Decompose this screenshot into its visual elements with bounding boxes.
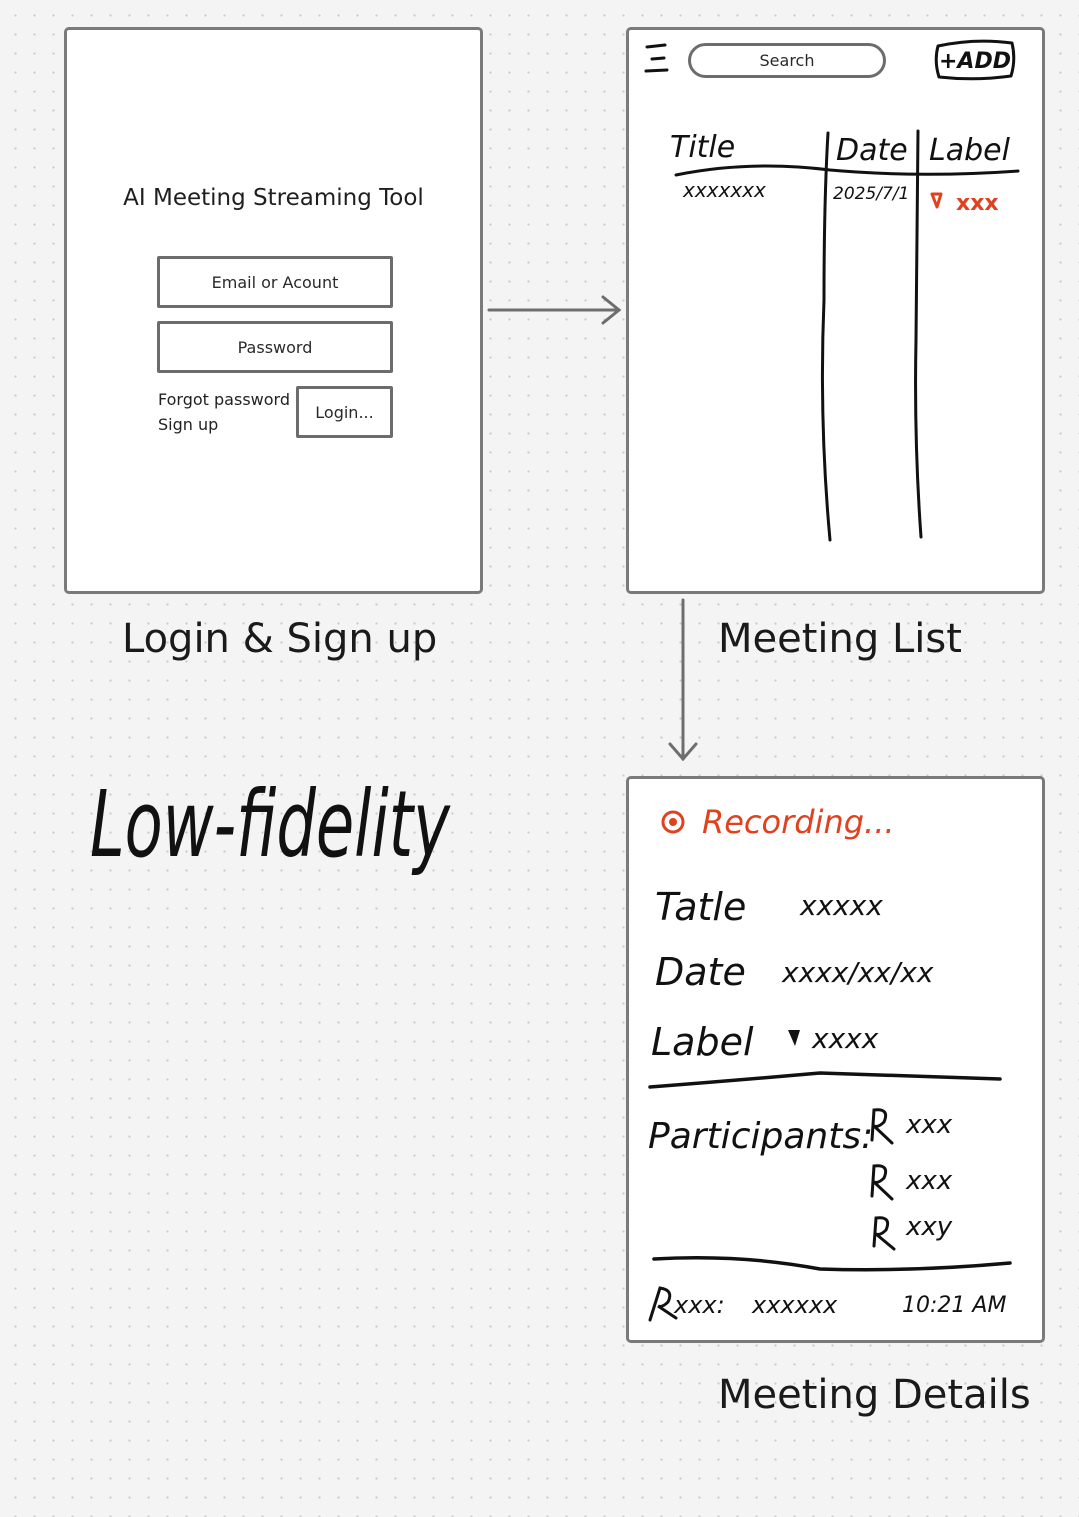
label-tag-icon: [930, 192, 943, 209]
table-row[interactable]: xxxxxxx 2025/7/1 xxx: [682, 178, 999, 216]
transcript-time: 10:21 AM: [902, 1293, 1006, 1318]
column-header-title: Title: [670, 130, 735, 165]
detail-label-value: xxxx: [811, 1022, 879, 1055]
person-icon: [870, 1164, 894, 1201]
low-fidelity-annotation: Low-fidelity: [90, 771, 451, 878]
participant-name: xxx: [905, 1166, 953, 1196]
recording-label: Recording...: [702, 803, 895, 841]
participants-section: Participants: xxx xxx xxy: [648, 1108, 953, 1251]
detail-fields: Tatle xxxxx Date xxxx/xx/xx Label xxxx: [651, 885, 934, 1064]
sketch-overlay: +ADD Title Date Label xxxxxxx 2025/7/1 x…: [90, 39, 1020, 1322]
transcript-text: xxxxxx: [751, 1291, 838, 1319]
row-title: xxxxxxx: [682, 178, 766, 202]
person-icon: [870, 1108, 894, 1145]
participant-name: xxy: [905, 1212, 953, 1242]
detail-date-label: Date: [655, 950, 746, 994]
detail-title-label: Tatle: [655, 885, 746, 929]
add-button-label: +ADD: [939, 49, 1011, 74]
row-date: 2025/7/1: [833, 184, 909, 204]
person-icon: [872, 1216, 896, 1251]
detail-title-value: xxxxx: [799, 889, 883, 922]
row-label: xxx: [956, 191, 999, 216]
section-divider: [648, 1071, 1002, 1089]
section-divider: [652, 1256, 1012, 1272]
recording-indicator: Recording...: [661, 803, 895, 841]
add-button[interactable]: +ADD: [934, 39, 1016, 81]
detail-label-label: Label: [651, 1020, 754, 1064]
table-header: Title Date Label: [670, 130, 1011, 168]
column-header-label: Label: [929, 133, 1011, 168]
flow-arrow-down: [668, 598, 698, 762]
detail-date-value: xxxx/xx/xx: [781, 956, 934, 989]
column-header-date: Date: [836, 133, 908, 168]
flow-arrow-right: [487, 295, 622, 325]
menu-icon[interactable]: [644, 43, 669, 73]
label-tag-icon: [788, 1030, 800, 1046]
speaker-name: xxx:: [673, 1291, 725, 1319]
participant-name: xxx: [905, 1110, 953, 1140]
participants-label: Participants:: [648, 1116, 873, 1157]
transcript-line: xxx: xxxxxx 10:21 AM: [648, 1286, 1006, 1322]
speaker-icon: [648, 1286, 678, 1322]
annotation-text: Low-fidelity: [90, 771, 451, 878]
